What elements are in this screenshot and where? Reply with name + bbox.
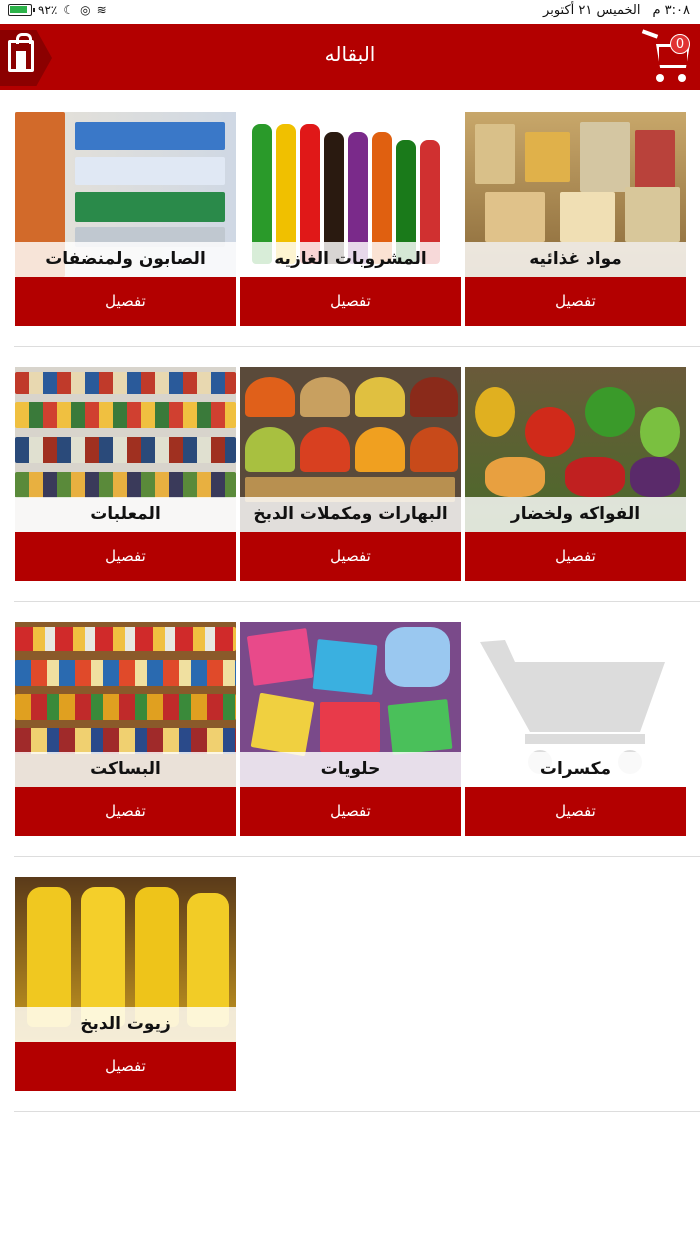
- category-row: مكسرات تفصيل حلويات تفصيل البساكت تفصيل: [0, 622, 700, 836]
- category-card-soap-cleaners[interactable]: الصابون ولمنضفات تفصيل: [15, 112, 236, 326]
- category-row: مواد غذائيه تفصيل المشروبات الغازيه تفصي…: [0, 112, 700, 326]
- cart-wheel-right: [678, 74, 686, 82]
- status-date: الخميس ٢١ أكتوبر: [543, 3, 641, 18]
- cart-count-badge: 0: [670, 34, 690, 54]
- category-label: المعلبات: [15, 497, 236, 532]
- battery-percent: ٩٢٪: [38, 3, 58, 17]
- status-clock: ٣:٠٨ م الخميس ٢١ أكتوبر: [543, 3, 690, 18]
- page-title: البقاله: [324, 42, 376, 66]
- category-label: البهارات ومكملات الدبخ: [240, 497, 461, 532]
- status-time: ٣:٠٨ م: [652, 3, 690, 18]
- category-label: مكسرات: [465, 752, 686, 787]
- category-card-food[interactable]: مواد غذائيه تفصيل: [465, 112, 686, 326]
- details-button[interactable]: تفصيل: [240, 277, 461, 326]
- status-bar: ٩٢٪ ☾ ◎ ≋ ٣:٠٨ م الخميس ٢١ أكتوبر: [0, 0, 700, 24]
- category-label: مواد غذائيه: [465, 242, 686, 277]
- category-card-fruits-vegetables[interactable]: الفواكه ولخضار تفصيل: [465, 367, 686, 581]
- details-button[interactable]: تفصيل: [240, 532, 461, 581]
- details-button[interactable]: تفصيل: [15, 532, 236, 581]
- details-button[interactable]: تفصيل: [465, 787, 686, 836]
- row-divider: [14, 856, 700, 857]
- category-card-cooking-oils[interactable]: زيوت الدبخ تفصيل: [15, 877, 236, 1091]
- details-button[interactable]: تفصيل: [15, 787, 236, 836]
- category-card-biscuits[interactable]: البساكت تفصيل: [15, 622, 236, 836]
- lock-rotation-icon: ◎: [80, 3, 91, 17]
- row-divider: [14, 346, 700, 347]
- category-label: زيوت الدبخ: [15, 1007, 236, 1042]
- category-card-spices[interactable]: البهارات ومكملات الدبخ تفصيل: [240, 367, 461, 581]
- details-button[interactable]: تفصيل: [465, 532, 686, 581]
- cart-handle: [641, 29, 659, 39]
- cart-button[interactable]: 0: [641, 24, 694, 90]
- category-label: الفواكه ولخضار: [465, 497, 686, 532]
- category-card-nuts[interactable]: مكسرات تفصيل: [465, 622, 686, 836]
- status-icons: ٩٢٪ ☾ ◎ ≋: [8, 3, 107, 17]
- category-card-canned-goods[interactable]: المعلبات تفصيل: [15, 367, 236, 581]
- details-button[interactable]: تفصيل: [240, 787, 461, 836]
- moon-icon: ☾: [63, 3, 75, 17]
- category-card-soft-drinks[interactable]: المشروبات الغازيه تفصيل: [240, 112, 461, 326]
- category-label: الصابون ولمنضفات: [15, 242, 236, 277]
- row-divider: [14, 1111, 700, 1112]
- category-card-sweets[interactable]: حلويات تفصيل: [240, 622, 461, 836]
- cart-wheel-left: [656, 74, 664, 82]
- battery-icon: [8, 4, 35, 16]
- category-label: المشروبات الغازيه: [240, 242, 461, 277]
- row-divider: [14, 601, 700, 602]
- category-label: حلويات: [240, 752, 461, 787]
- details-button[interactable]: تفصيل: [465, 277, 686, 326]
- app-header: البقاله 0: [0, 24, 700, 90]
- category-row: زيوت الدبخ تفصيل: [0, 877, 700, 1091]
- wifi-icon: ≋: [96, 3, 107, 17]
- category-row: الفواكه ولخضار تفصيل البهارات ومكملات ال…: [0, 367, 700, 581]
- details-button[interactable]: تفصيل: [15, 277, 236, 326]
- details-button[interactable]: تفصيل: [15, 1042, 236, 1091]
- category-label: البساكت: [15, 752, 236, 787]
